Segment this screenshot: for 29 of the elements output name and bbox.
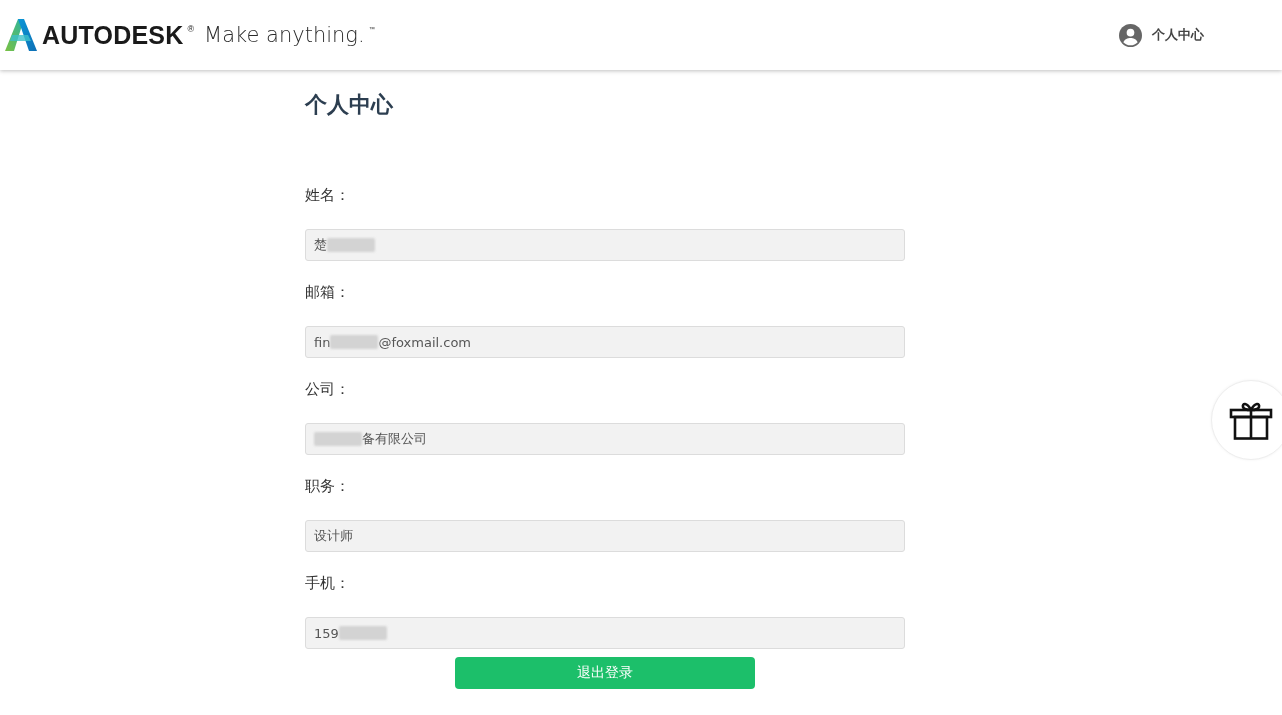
registered-mark: ® (187, 24, 195, 34)
redaction-blur (327, 238, 375, 252)
gift-icon (1229, 400, 1273, 440)
field-label: 姓名： (305, 185, 351, 205)
field-value: 设计师 (314, 527, 353, 545)
account-circle-icon (1119, 23, 1142, 47)
input-field[interactable]: 备有限公司 (305, 423, 905, 455)
field-label: 公司： (305, 379, 351, 399)
input-field[interactable]: 楚 (305, 229, 905, 261)
field-label: 邮箱： (305, 282, 351, 302)
input-field[interactable]: fin @foxmail.com (305, 326, 905, 358)
gift-button[interactable] (1211, 380, 1282, 460)
redaction-blur (338, 626, 387, 640)
brand-name: AUTODESK (42, 20, 184, 50)
page-title: 个人中心 (305, 91, 394, 119)
redaction-blur (314, 432, 362, 446)
field-value: @foxmail.com (378, 334, 471, 350)
field-label: 手机： (305, 573, 351, 593)
field-value: 备有限公司 (362, 430, 427, 448)
tagline: Make anything. (204, 23, 365, 47)
user-menu-link[interactable]: 个人中心 (1119, 23, 1204, 47)
input-field[interactable]: 159 (305, 617, 905, 649)
field-label: 职务： (305, 476, 351, 496)
logo-icon (5, 19, 37, 51)
redaction-blur (330, 335, 379, 349)
field-value: 楚 (314, 236, 327, 254)
field-value: fin (314, 334, 331, 350)
input-field[interactable]: 设计师 (305, 520, 905, 552)
field-value: 159 (314, 625, 339, 641)
